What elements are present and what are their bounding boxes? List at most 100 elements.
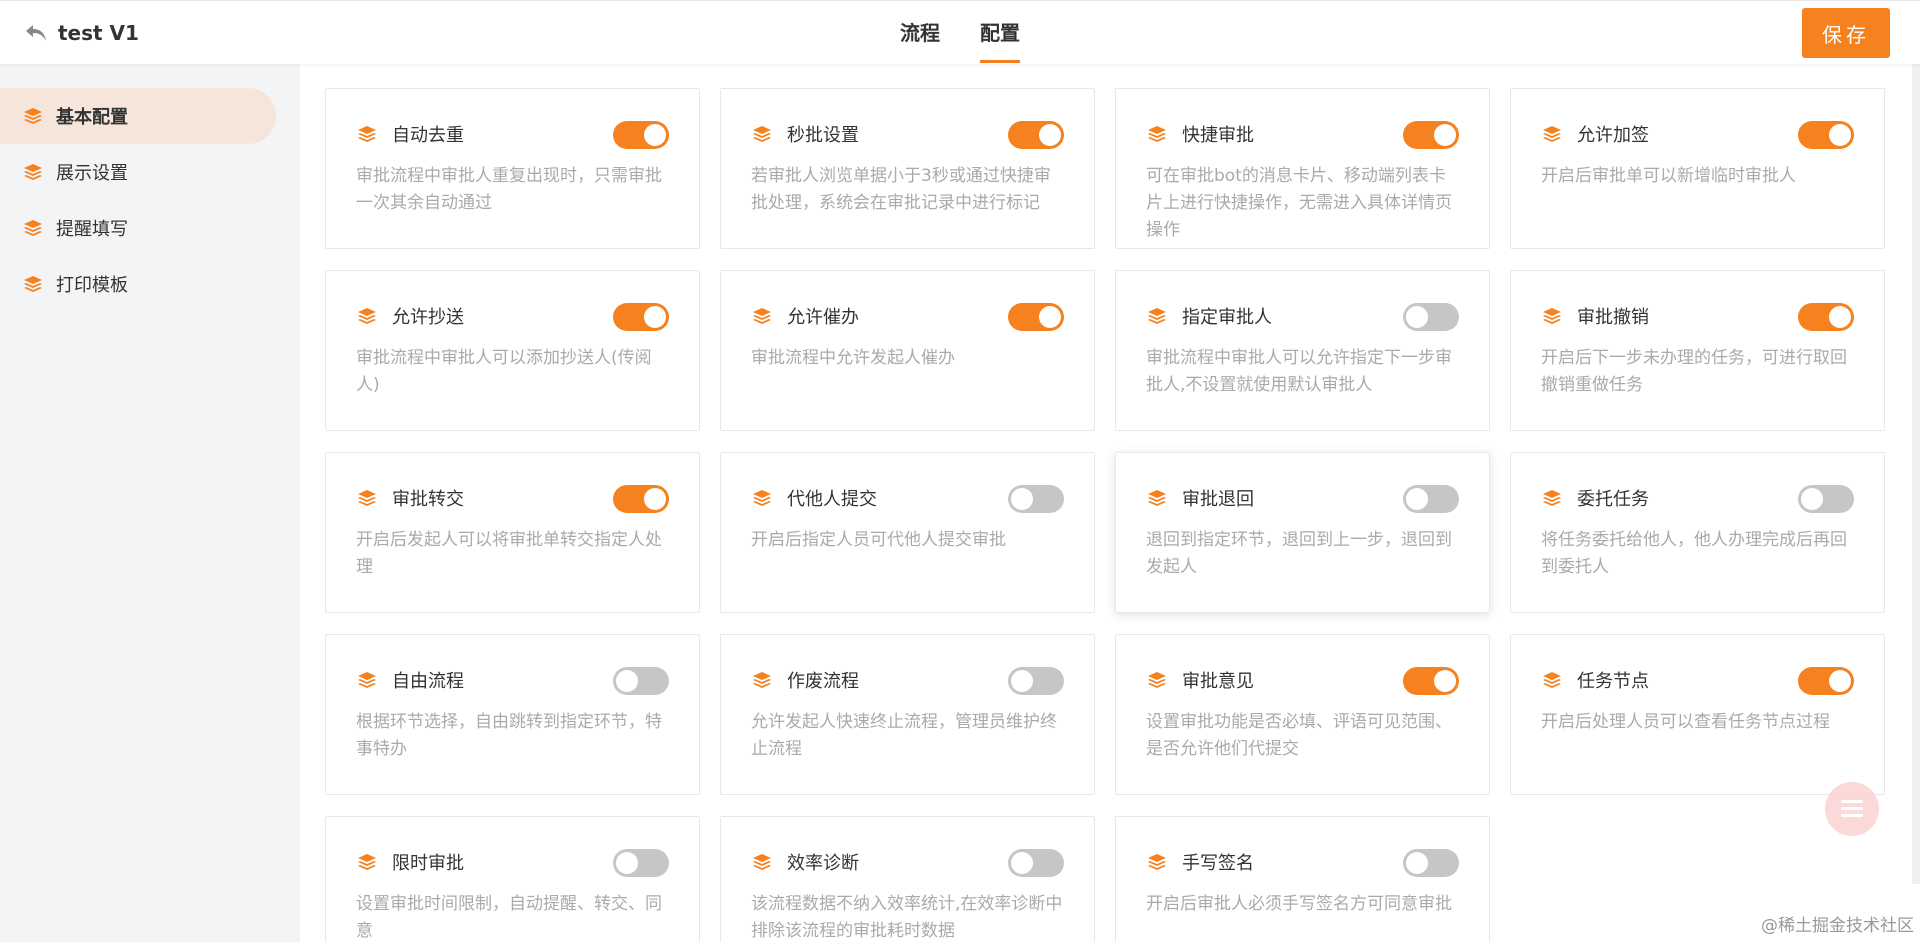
- toggle-switch[interactable]: [1798, 667, 1854, 695]
- card-title: 委托任务: [1577, 489, 1649, 510]
- card-title: 允许抄送: [392, 307, 464, 328]
- toggle-switch[interactable]: [1008, 849, 1064, 877]
- config-card: 审批意见设置审批功能是否必填、评语可见范围、是否允许他们代提交: [1115, 634, 1490, 795]
- card-description: 审批流程中审批人可以允许指定下一步审批人,不设置就使用默认审批人: [1146, 348, 1452, 395]
- card-title: 允许催办: [787, 307, 859, 328]
- layers-icon: [358, 490, 376, 506]
- layers-icon: [753, 490, 771, 506]
- config-card: 审批转交开启后发起人可以将审批单转交指定人处理: [325, 452, 700, 613]
- toggle-switch[interactable]: [613, 485, 669, 513]
- app-title: test V1: [58, 21, 139, 45]
- config-card: 秒批设置若审批人浏览单据小于3秒或通过快捷审批处理，系统会在审批记录中进行标记: [720, 88, 1095, 249]
- config-card: 允许抄送 审批流程中审批人可以添加抄送人(传阅人): [325, 270, 700, 431]
- layers-icon: [1543, 490, 1561, 506]
- toggle-switch[interactable]: [613, 667, 669, 695]
- card-title: 自由流程: [392, 671, 464, 692]
- toggle-knob: [1406, 852, 1428, 874]
- card-description: 开启后发起人可以将审批单转交指定人处理: [356, 530, 662, 577]
- config-card: 限时审批 设置审批时间限制，自动提醒、转交、同意: [325, 816, 700, 942]
- toggle-switch[interactable]: [1403, 121, 1459, 149]
- toggle-knob: [1434, 124, 1456, 146]
- layers-icon: [358, 126, 376, 142]
- sidebar-item-label: 展示设置: [56, 163, 128, 184]
- toggle-knob: [1011, 670, 1033, 692]
- layers-icon: [1543, 308, 1561, 324]
- toggle-switch[interactable]: [1403, 667, 1459, 695]
- layers-icon: [358, 672, 376, 688]
- card-description: 允许发起人快速终止流程，管理员维护终止流程: [751, 712, 1057, 759]
- toggle-knob: [1406, 306, 1428, 328]
- toggle-switch[interactable]: [613, 303, 669, 331]
- layers-icon: [1148, 490, 1166, 506]
- config-card: 审批退回 退回到指定环节，退回到上一步，退回到发起人: [1115, 452, 1490, 613]
- toggle-switch[interactable]: [1008, 667, 1064, 695]
- toggle-knob: [1829, 124, 1851, 146]
- card-description: 该流程数据不纳入效率统计,在效率诊断中排除该流程的审批耗时数据: [751, 894, 1063, 941]
- toggle-switch[interactable]: [1008, 303, 1064, 331]
- card-title: 允许加签: [1577, 125, 1649, 146]
- config-card: 任务节点 开启后处理人员可以查看任务节点过程: [1510, 634, 1885, 795]
- layers-icon: [358, 854, 376, 870]
- card-title: 手写签名: [1182, 853, 1254, 874]
- card-description: 审批流程中允许发起人催办: [751, 348, 955, 368]
- card-description: 设置审批功能是否必填、评语可见范围、是否允许他们代提交: [1146, 712, 1452, 759]
- layers-icon: [1543, 126, 1561, 142]
- toggle-knob: [1801, 488, 1823, 510]
- config-card: 允许加签 开启后审批单可以新增临时审批人: [1510, 88, 1885, 249]
- vertical-scrollbar[interactable]: [1912, 64, 1920, 884]
- toggle-knob: [1829, 670, 1851, 692]
- toggle-switch[interactable]: [1798, 121, 1854, 149]
- sidebar-item[interactable]: 展示设置: [0, 144, 276, 200]
- card-title: 秒批设置: [787, 125, 859, 146]
- toggle-switch[interactable]: [1798, 485, 1854, 513]
- config-card: 指定审批人 审批流程中审批人可以允许指定下一步审批人,不设置就使用默认审批人: [1115, 270, 1490, 431]
- toggle-switch[interactable]: [1403, 849, 1459, 877]
- toggle-switch[interactable]: [613, 121, 669, 149]
- card-description: 可在审批bot的消息卡片、移动端列表卡片上进行快捷操作，无需进入具体详情页操作: [1146, 166, 1452, 240]
- sidebar-item-label: 打印模板: [56, 275, 128, 296]
- toggle-switch[interactable]: [1403, 303, 1459, 331]
- toggle-knob: [644, 488, 666, 510]
- floating-menu-button[interactable]: [1825, 782, 1879, 836]
- card-description: 开启后下一步未办理的任务，可进行取回撤销重做任务: [1541, 348, 1847, 395]
- toggle-switch[interactable]: [613, 849, 669, 877]
- layers-icon: [753, 308, 771, 324]
- toggle-switch[interactable]: [1403, 485, 1459, 513]
- back-arrow-icon[interactable]: [22, 19, 50, 47]
- layers-icon: [24, 164, 42, 180]
- toggle-knob: [616, 852, 638, 874]
- layers-icon: [24, 220, 42, 236]
- sidebar-item[interactable]: 基本配置: [0, 88, 276, 144]
- card-title: 审批转交: [392, 489, 464, 510]
- card-description: 开启后审批人必须手写签名方可同意审批: [1146, 894, 1452, 914]
- card-title: 审批意见: [1182, 671, 1254, 692]
- toggle-switch[interactable]: [1008, 121, 1064, 149]
- layers-icon: [1148, 308, 1166, 324]
- card-title: 代他人提交: [787, 489, 877, 510]
- config-card: 审批撤销 开启后下一步未办理的任务，可进行取回撤销重做任务: [1510, 270, 1885, 431]
- layers-icon: [753, 126, 771, 142]
- config-card: 委托任务 将任务委托给他人，他人办理完成后再回到委托人: [1510, 452, 1885, 613]
- top-tabs: 流程 配置: [880, 1, 1040, 65]
- sidebar-item[interactable]: 打印模板: [0, 256, 276, 312]
- config-card: 作废流程 允许发起人快速终止流程，管理员维护终止流程: [720, 634, 1095, 795]
- card-description: 根据环节选择，自由跳转到指定环节，特事特办: [356, 712, 662, 759]
- tab-config[interactable]: 配置: [980, 1, 1020, 65]
- toggle-knob: [1434, 670, 1456, 692]
- toggle-knob: [1011, 488, 1033, 510]
- tab-flow[interactable]: 流程: [900, 1, 940, 65]
- toggle-switch[interactable]: [1008, 485, 1064, 513]
- card-title: 任务节点: [1577, 671, 1649, 692]
- toggle-switch[interactable]: [1798, 303, 1854, 331]
- layers-icon: [1543, 672, 1561, 688]
- config-card: 手写签名开启后审批人必须手写签名方可同意审批: [1115, 816, 1490, 942]
- sidebar-item-label: 基本配置: [56, 107, 128, 128]
- toggle-knob: [644, 124, 666, 146]
- sidebar-item[interactable]: 提醒填写: [0, 200, 276, 256]
- card-title: 快捷审批: [1182, 125, 1254, 146]
- config-card: 允许催办审批流程中允许发起人催办: [720, 270, 1095, 431]
- card-description: 若审批人浏览单据小于3秒或通过快捷审批处理，系统会在审批记录中进行标记: [751, 166, 1051, 213]
- save-button[interactable]: 保存: [1802, 8, 1890, 58]
- config-card-grid: 自动去重 审批流程中审批人重复出现时，只需审批一次其余自动通过 秒批设置 若审批人浏览…: [300, 64, 1920, 942]
- card-title: 效率诊断: [787, 853, 859, 874]
